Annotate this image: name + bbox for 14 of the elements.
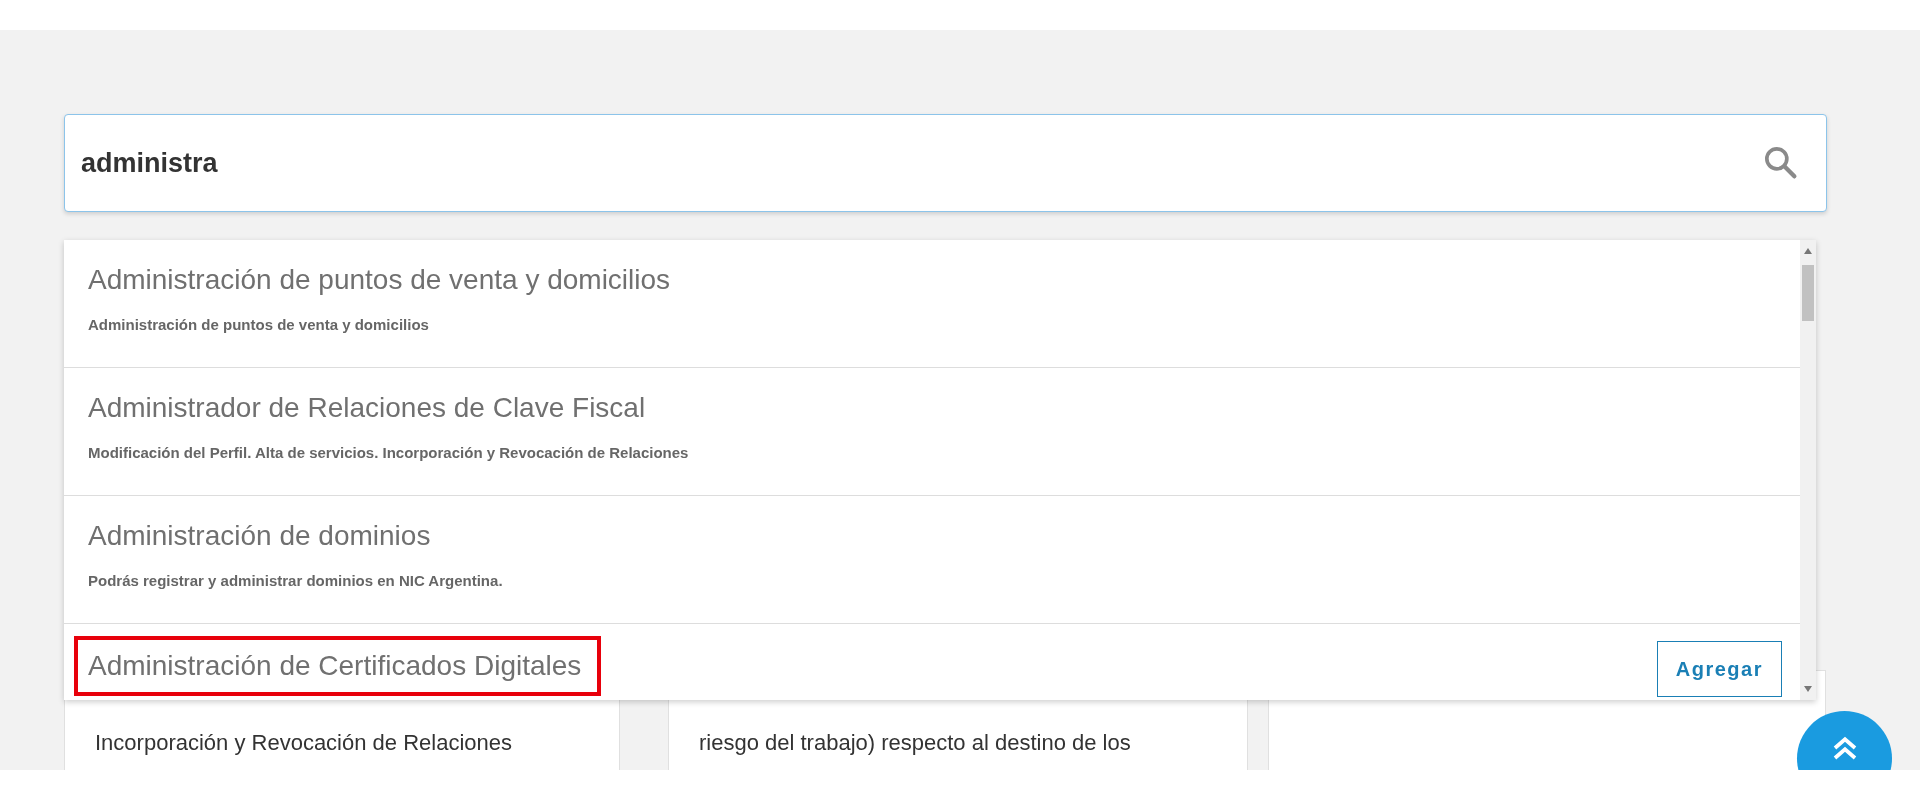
- result-description: Modificación del Perfil. Alta de servicios. Incorporación y Revocación de Relaciones: [88, 444, 689, 461]
- result-title[interactable]: Administrador de Relaciones de Clave Fiscal: [88, 386, 656, 430]
- scrollbar[interactable]: [1800, 240, 1816, 700]
- result-description: Podrás registrar y administrar dominios en NIC Argentina.: [88, 572, 503, 589]
- scrollbar-thumb[interactable]: [1802, 265, 1814, 321]
- add-button[interactable]: Agregar: [1656, 641, 1782, 697]
- search-field[interactable]: administra: [64, 114, 1827, 212]
- scroll-down-icon[interactable]: [1804, 686, 1812, 692]
- result-title[interactable]: Administración de dominios: [88, 514, 441, 558]
- scroll-up-icon[interactable]: [1804, 248, 1812, 254]
- result-title[interactable]: Administración de puntos de venta y domicilios: [88, 258, 681, 302]
- card-text: Incorporación y Revocación de Relaciones: [95, 730, 512, 755]
- result-description: Administración de puntos de venta y domicilios: [88, 316, 429, 333]
- card-text: riesgo del trabajo) respecto al destino de los: [699, 730, 1131, 755]
